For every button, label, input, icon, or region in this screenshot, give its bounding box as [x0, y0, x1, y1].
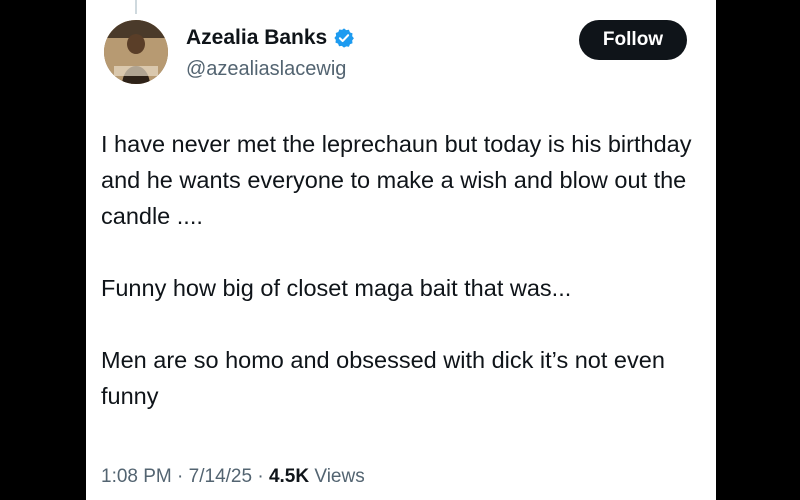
tweet-date[interactable]: 7/14/25 [189, 466, 252, 487]
verified-badge-icon[interactable] [333, 27, 355, 49]
tweet-text: I have never met the leprechaun but toda… [101, 126, 701, 450]
views-label: Views [314, 466, 365, 487]
tweet-paragraph: Funny how big of closet maga bait that w… [101, 275, 572, 301]
avatar-image [104, 20, 168, 84]
author-display-name[interactable]: Azealia Banks [186, 26, 327, 50]
meta-separator: · [177, 466, 184, 487]
views-count[interactable]: 4.5K [269, 466, 309, 487]
thread-connector-line [135, 0, 137, 14]
tweet-meta: 1:08 PM · 7/14/25 · 4.5K Views [101, 466, 365, 488]
author-display-name-row[interactable]: Azealia Banks [186, 26, 355, 50]
avatar[interactable] [104, 20, 168, 84]
follow-button[interactable]: Follow [579, 20, 687, 60]
tweet-paragraph: Men are so homo and obsessed with dick i… [101, 347, 665, 409]
tweet-card: Azealia Banks @azealiaslacewig Follow I … [86, 0, 716, 500]
tweet-time[interactable]: 1:08 PM [101, 466, 172, 487]
meta-separator: · [257, 466, 264, 487]
author-handle[interactable]: @azealiaslacewig [186, 58, 346, 81]
tweet-paragraph: I have never met the leprechaun but toda… [101, 131, 692, 229]
